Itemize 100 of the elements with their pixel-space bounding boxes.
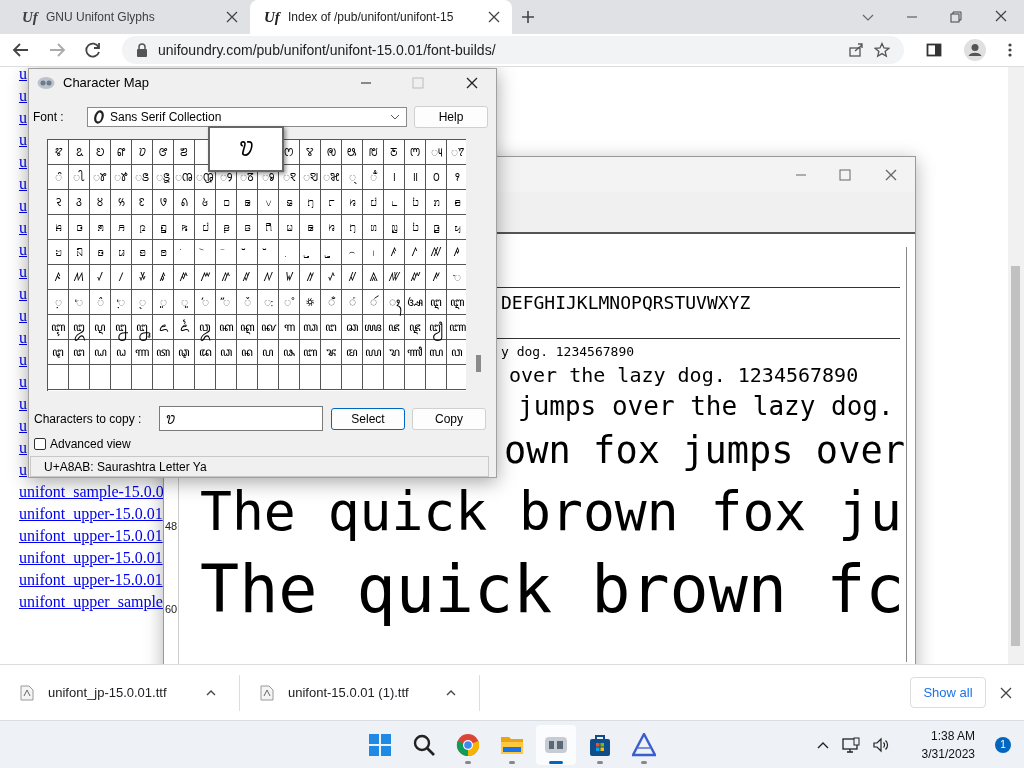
character-cell[interactable]: ꤻ	[195, 265, 216, 291]
character-cell[interactable]: ꤤ	[132, 240, 153, 266]
character-cell[interactable]: ꤅	[321, 190, 342, 216]
character-cell[interactable]: ꦐ	[237, 315, 258, 341]
character-cell[interactable]: ꤟ	[447, 215, 467, 241]
profile-icon[interactable]	[964, 39, 986, 61]
character-cell[interactable]: ꤵ	[69, 265, 90, 291]
character-cell[interactable]: ꢹ	[111, 165, 132, 191]
file-link[interactable]: u	[19, 107, 27, 129]
close-icon[interactable]	[486, 9, 502, 25]
character-cell[interactable]: ꣕	[111, 190, 132, 216]
character-cell[interactable]: ꢧ	[153, 140, 174, 166]
character-cell[interactable]: ꥐ	[216, 290, 237, 316]
character-cell[interactable]: ꢮ	[300, 140, 321, 166]
character-cell[interactable]: ꥑ	[237, 290, 258, 316]
character-cell[interactable]: ꦢ	[195, 340, 216, 366]
checkbox[interactable]	[34, 438, 46, 451]
file-link[interactable]: u	[19, 349, 27, 371]
file-link[interactable]: u	[19, 129, 27, 151]
character-cell[interactable]: ꢥ	[111, 140, 132, 166]
character-cell[interactable]: ꦩ	[342, 340, 363, 366]
copy-button[interactable]: Copy	[412, 407, 486, 430]
character-cell[interactable]: ꤞ	[426, 215, 447, 241]
character-cell[interactable]: ꤊ	[426, 190, 447, 216]
character-cell[interactable]: ꦂ	[363, 290, 384, 316]
character-cell[interactable]: ꣃ	[321, 165, 342, 191]
character-cell[interactable]: ꤓ	[195, 215, 216, 241]
character-cell[interactable]: ꦃ	[384, 290, 405, 316]
character-cell[interactable]: ꥏ	[195, 290, 216, 316]
character-cell[interactable]: ꤴ	[48, 265, 69, 291]
character-cell[interactable]: ꦁ	[342, 290, 363, 316]
file-link[interactable]: u	[19, 67, 27, 85]
character-cell[interactable]: ꦈ	[69, 315, 90, 341]
character-cell[interactable]: ꤷ	[111, 265, 132, 291]
character-cell[interactable]: ꥍ	[153, 290, 174, 316]
character-cell[interactable]: ꦖ	[363, 315, 384, 341]
scrollbar[interactable]	[1008, 67, 1024, 664]
character-cell[interactable]: ꤬	[300, 240, 321, 266]
character-cell[interactable]: ꢣ	[69, 140, 90, 166]
character-cell[interactable]: ꦞ	[111, 340, 132, 366]
character-cell[interactable]: ꦗ	[384, 315, 405, 341]
character-cell[interactable]: ꣘	[174, 190, 195, 216]
character-cell[interactable]: ꦨ	[321, 340, 342, 366]
grid-cell[interactable]	[174, 365, 195, 391]
character-cell[interactable]: ꢦ	[132, 140, 153, 166]
character-cell[interactable]: ꤛ	[363, 215, 384, 241]
character-cell[interactable]: ꤇	[363, 190, 384, 216]
character-cell[interactable]: ꤱ	[405, 240, 426, 266]
character-cell[interactable]: ꤢ	[90, 240, 111, 266]
character-cell[interactable]: ꦬ	[405, 340, 426, 366]
character-cell[interactable]: ꤪ	[258, 240, 279, 266]
character-cell[interactable]: ꢸ	[90, 165, 111, 191]
file-link[interactable]: u	[19, 151, 27, 173]
browser-tab[interactable]: Uf Index of /pub/unifont/unifont-15	[250, 0, 512, 34]
character-cell[interactable]: ꤼ	[216, 265, 237, 291]
grid-cell[interactable]	[195, 365, 216, 391]
character-cell[interactable]: ꦘ	[405, 315, 426, 341]
font-dropdown[interactable]: Sans Serif Collection	[87, 107, 407, 128]
file-link[interactable]: u	[19, 305, 27, 327]
plus-icon[interactable]	[520, 9, 536, 25]
character-cell[interactable]: ꦆ	[447, 290, 467, 316]
character-cell[interactable]: ꤏ	[111, 215, 132, 241]
character-cell[interactable]: ꤗ	[279, 215, 300, 241]
character-cell[interactable]: ꦊ	[111, 315, 132, 341]
character-cell[interactable]: ꦀ	[321, 290, 342, 316]
character-cell[interactable]: ꦙ	[426, 315, 447, 341]
grid-cell[interactable]	[69, 365, 90, 391]
file-link[interactable]: u	[19, 283, 27, 305]
file-link[interactable]: u	[19, 261, 27, 283]
file-link[interactable]: unifont_upper-15.0.01	[19, 569, 163, 591]
grid-cell[interactable]	[384, 365, 405, 391]
grid-cell[interactable]	[363, 365, 384, 391]
character-cell[interactable]: ꤫	[279, 240, 300, 266]
character-cell[interactable]: ꣒	[48, 190, 69, 216]
character-cell[interactable]: ꣏	[405, 165, 426, 191]
character-cell[interactable]: ꦑ	[258, 315, 279, 341]
browser-tab[interactable]: Uf GNU Unifont Glyphs	[8, 0, 250, 34]
character-cell[interactable]: ꣑	[447, 165, 467, 191]
character-cell[interactable]: ꦥ	[258, 340, 279, 366]
character-cell[interactable]: ꤡ	[69, 240, 90, 266]
grid-cell[interactable]	[237, 365, 258, 391]
character-cell[interactable]: ꦍ	[174, 315, 195, 341]
select-button[interactable]: Select	[331, 407, 405, 430]
character-cell[interactable]: ꥓	[279, 290, 300, 316]
file-link[interactable]: u	[19, 459, 27, 481]
address-field[interactable]: unifoundry.com/pub/unifont/unifont-15.0.01/font-builds/	[122, 36, 904, 64]
file-link[interactable]: u	[19, 415, 27, 437]
character-cell[interactable]: ꥉ	[69, 290, 90, 316]
character-cell[interactable]: ꦄ	[405, 290, 426, 316]
character-cell[interactable]: ꤶ	[90, 265, 111, 291]
character-cell[interactable]: ꢻ	[153, 165, 174, 191]
character-cell[interactable]: ꤹ	[153, 265, 174, 291]
character-cell[interactable]: ꣙	[195, 190, 216, 216]
network-icon[interactable]	[841, 736, 860, 753]
file-link[interactable]: unifont_upper-15.0.01	[19, 525, 163, 547]
character-cell[interactable]: ꤽ	[237, 265, 258, 291]
grid-cell[interactable]	[426, 365, 447, 391]
character-cell[interactable]: ꢢ	[48, 140, 69, 166]
grid-cell[interactable]	[48, 365, 69, 391]
character-cell[interactable]: ꢰ	[342, 140, 363, 166]
